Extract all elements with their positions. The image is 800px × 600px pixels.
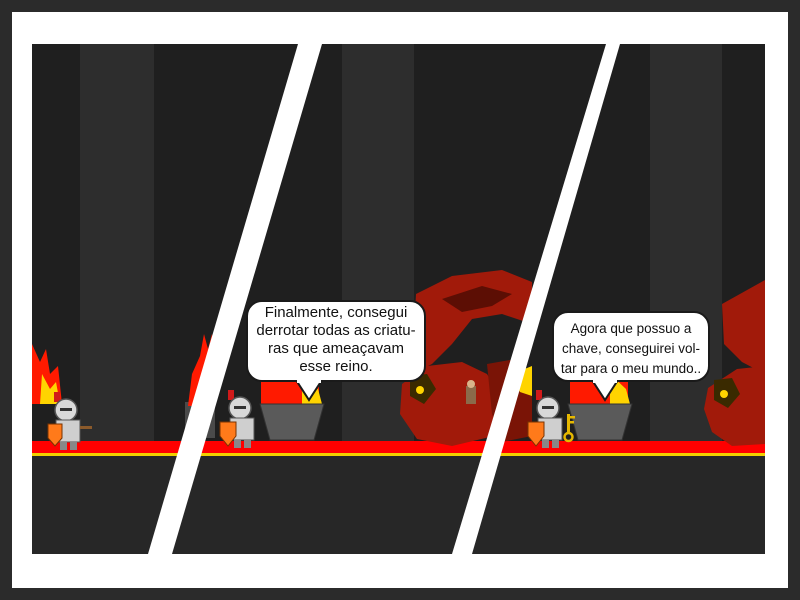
key-icon [563, 414, 575, 443]
pillar-2 [342, 44, 414, 442]
speech-line: tar para o meu mundo.. [560, 361, 702, 376]
speech-bubble-tail [590, 380, 620, 402]
pillar-3 [650, 44, 722, 442]
speech-line: chave, conseguirei vol- [561, 341, 701, 356]
speech-bubble-tail [294, 380, 324, 402]
game-screen: Finalmente, consegui derrotar todas as c… [0, 0, 800, 600]
speech-line: Agora que possuo a [570, 321, 692, 336]
pillar-1 [80, 44, 154, 442]
scene-canvas [32, 44, 765, 554]
speech-line: derrotar todas as criatu- [256, 322, 416, 339]
npc-sprite [466, 380, 476, 404]
floor-red-band [32, 441, 765, 453]
speech-bubble-panel-3: Agora que possuo a chave, conseguirei vo… [552, 311, 710, 382]
comic-strip: Finalmente, consegui derrotar todas as c… [32, 44, 765, 554]
knight-sprite-3 [527, 390, 563, 448]
knight-sprite-2 [219, 390, 255, 448]
speech-line: esse reino. [299, 358, 373, 375]
ground [32, 456, 765, 554]
speech-line: Finalmente, consegui [264, 304, 408, 321]
floor-yellow-band [32, 453, 765, 456]
speech-bubble-panel-2: Finalmente, consegui derrotar todas as c… [246, 300, 426, 382]
speech-line: ras que ameaçavam [268, 340, 404, 357]
